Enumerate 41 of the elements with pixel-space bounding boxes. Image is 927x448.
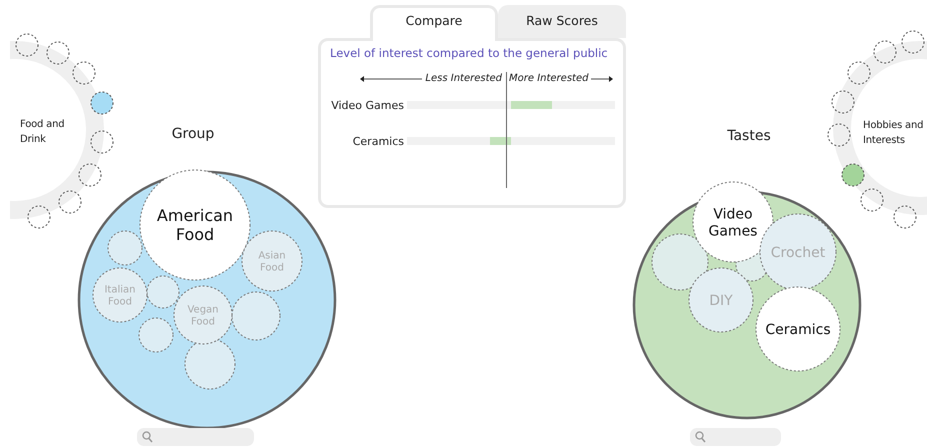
panel-title: Group — [172, 126, 214, 142]
interest-bubble[interactable]: American Food — [140, 170, 250, 280]
search-icon — [695, 431, 706, 443]
category-dot[interactable] — [90, 92, 114, 114]
right-arrow-icon — [591, 76, 614, 82]
category-label: Hobbies and Interests — [863, 119, 924, 148]
category-dot[interactable] — [874, 40, 896, 64]
left-arrow-icon — [360, 76, 422, 82]
chart-heading: Level of interest compared to the general public — [330, 46, 609, 60]
bubble[interactable] — [232, 292, 280, 340]
tab[interactable]: Compare — [370, 5, 498, 41]
search-field[interactable] — [137, 428, 254, 446]
interest-bubble[interactable]: Ceramics — [756, 286, 840, 372]
category-dot[interactable] — [90, 130, 114, 154]
category-dot[interactable] — [902, 30, 924, 54]
row-label: Ceramics — [352, 134, 405, 148]
bubble[interactable] — [108, 230, 142, 266]
bubble[interactable] — [652, 234, 708, 290]
category-dot[interactable] — [848, 62, 870, 84]
row-label: Video Games — [330, 98, 405, 112]
category-dot[interactable] — [16, 34, 38, 56]
category-label: Food and Drink — [20, 118, 66, 147]
more-label: More Interested — [509, 73, 588, 84]
bubble[interactable] — [184, 338, 236, 390]
category-dot[interactable] — [78, 164, 102, 186]
less-label: Less Interested — [425, 73, 502, 84]
category-dot[interactable] — [842, 164, 864, 186]
search-field[interactable] — [690, 428, 781, 446]
category-dot[interactable] — [860, 188, 884, 212]
bubble[interactable] — [146, 276, 180, 308]
category-dot[interactable] — [46, 42, 70, 64]
panel-title: Tastes — [727, 128, 771, 144]
category-dot[interactable] — [832, 90, 854, 114]
category-dot[interactable] — [828, 124, 850, 146]
tab[interactable]: Raw Scores — [498, 5, 626, 38]
category-dot[interactable] — [58, 190, 82, 214]
category-dot[interactable] — [28, 206, 50, 228]
category-dot[interactable] — [894, 206, 916, 228]
bubble[interactable] — [138, 318, 174, 352]
category-dot[interactable] — [72, 62, 96, 84]
search-icon — [142, 431, 153, 443]
